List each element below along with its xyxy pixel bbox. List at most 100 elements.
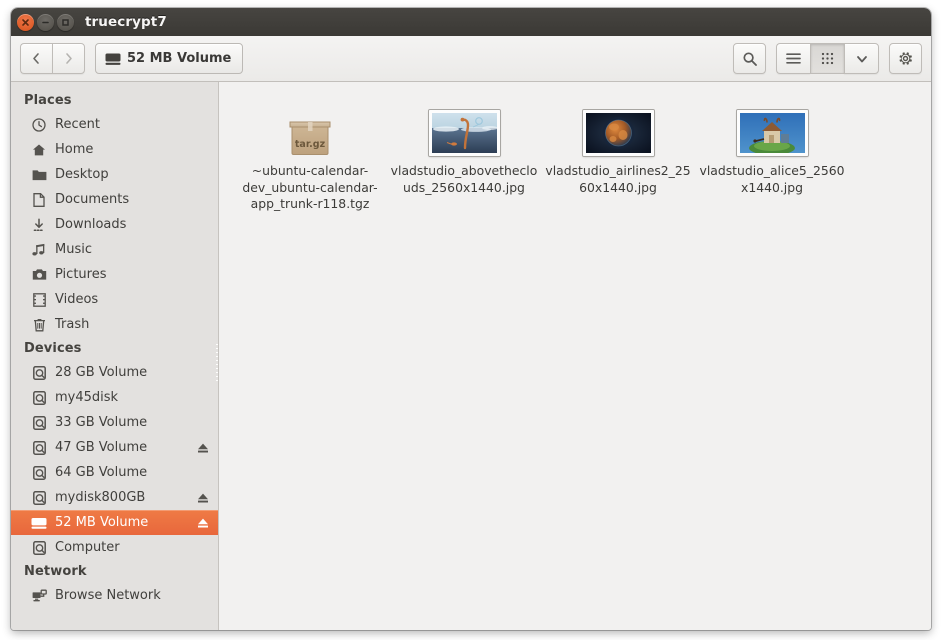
sidebar-item-documents[interactable]: Documents	[11, 187, 218, 212]
archive-icon: tar.gz	[287, 114, 333, 156]
back-button[interactable]	[20, 43, 52, 74]
file-item[interactable]: vladstudio_alice5_2560x1440.jpg	[695, 96, 849, 213]
sidebar-item-downloads[interactable]: Downloads	[11, 212, 218, 237]
maximize-button[interactable]	[57, 14, 74, 31]
sidebar-item-label: Videos	[55, 292, 209, 307]
sidebar-item-label: 47 GB Volume	[55, 440, 189, 455]
sidebar-item-label: Music	[55, 242, 209, 257]
sidebar-item-label: mydisk800GB	[55, 490, 189, 505]
trash-icon	[31, 317, 47, 333]
sidebar-item-64gb-volume[interactable]: 64 GB Volume	[11, 460, 218, 485]
sidebar-item-label: Pictures	[55, 267, 209, 282]
forward-button[interactable]	[52, 43, 85, 74]
sidebar-item-52mb-volume[interactable]: 52 MB Volume	[11, 510, 218, 535]
file-icon-wrap	[737, 100, 808, 156]
eject-icon[interactable]	[197, 442, 209, 454]
icon-view-button[interactable]	[810, 43, 844, 74]
sidebar-item-label: Trash	[55, 317, 209, 332]
sidebar-item-label: Browse Network	[55, 588, 209, 603]
screen: truecrypt7	[0, 0, 942, 640]
sidebar-item-label: my45disk	[55, 390, 209, 405]
file-name-label: ~ubuntu-calendar-dev_ubuntu-calendar-app…	[236, 163, 384, 213]
file-item[interactable]: tar.gz ~ubuntu-calendar-dev_ubuntu-calen…	[233, 96, 387, 213]
eject-icon[interactable]	[197, 492, 209, 504]
network-icon	[31, 588, 47, 604]
close-icon	[21, 18, 30, 27]
sidebar-item-28gb-volume[interactable]: 28 GB Volume	[11, 360, 218, 385]
image-thumbnail	[737, 110, 808, 156]
toolbar: 52 MB Volume	[11, 36, 931, 82]
harddisk-icon	[31, 415, 47, 431]
breadcrumb: 52 MB Volume	[95, 43, 243, 74]
file-icon-wrap	[583, 100, 654, 156]
sidebar-item-47gb-volume[interactable]: 47 GB Volume	[11, 435, 218, 460]
chevron-left-icon	[30, 52, 43, 65]
sidebar-item-music[interactable]: Music	[11, 237, 218, 262]
document-icon	[31, 192, 47, 208]
chevron-down-icon	[855, 52, 869, 66]
sidebar-item-33gb-volume[interactable]: 33 GB Volume	[11, 410, 218, 435]
minimize-icon	[41, 18, 50, 27]
sidebar-item-label: 52 MB Volume	[55, 515, 189, 530]
navigation-buttons	[20, 43, 85, 74]
view-mode-group	[776, 43, 879, 74]
file-name-label: vladstudio_alice5_2560x1440.jpg	[698, 163, 846, 196]
sidebar-item-videos[interactable]: Videos	[11, 287, 218, 312]
sidebar-heading-places: Places	[11, 89, 218, 112]
maximize-icon	[61, 18, 70, 27]
eject-icon[interactable]	[197, 517, 209, 529]
breadcrumb-label: 52 MB Volume	[127, 51, 231, 66]
harddisk-icon	[31, 390, 47, 406]
sidebar-item-label: 28 GB Volume	[55, 365, 209, 380]
folder-icon	[31, 167, 47, 183]
sidebar-item-my45disk[interactable]: my45disk	[11, 385, 218, 410]
file-name-label: vladstudio_airlines2_2560x1440.jpg	[544, 163, 692, 196]
camera-icon	[31, 267, 47, 283]
title-bar: truecrypt7	[11, 8, 931, 36]
file-list-view[interactable]: tar.gz ~ubuntu-calendar-dev_ubuntu-calen…	[219, 82, 931, 630]
list-view-button[interactable]	[776, 43, 810, 74]
sidebar-item-desktop[interactable]: Desktop	[11, 162, 218, 187]
harddisk-icon	[31, 365, 47, 381]
search-button[interactable]	[733, 43, 766, 74]
file-item[interactable]: vladstudio_abovetheclouds_2560x1440.jpg	[387, 96, 541, 213]
minimize-button[interactable]	[37, 14, 54, 31]
file-manager-window: truecrypt7	[11, 8, 931, 630]
close-button[interactable]	[17, 14, 34, 31]
grid-dots-icon	[820, 51, 835, 66]
archive-badge-label: tar.gz	[295, 139, 326, 150]
settings-button[interactable]	[889, 43, 922, 74]
file-icon-wrap	[429, 100, 500, 156]
sidebar-item-recent[interactable]: Recent	[11, 112, 218, 137]
sidebar-item-pictures[interactable]: Pictures	[11, 262, 218, 287]
harddisk-icon	[31, 440, 47, 456]
breadcrumb-item-volume[interactable]: 52 MB Volume	[95, 43, 243, 74]
search-icon	[742, 51, 758, 67]
harddisk-icon	[31, 490, 47, 506]
sidebar-item-label: Documents	[55, 192, 209, 207]
harddisk-icon	[31, 465, 47, 481]
sidebar-item-label: 64 GB Volume	[55, 465, 209, 480]
film-icon	[31, 292, 47, 308]
sidebar-item-label: Computer	[55, 540, 209, 555]
image-thumbnail	[429, 110, 500, 156]
sidebar-item-label: Recent	[55, 117, 209, 132]
sidebar-item-label: 33 GB Volume	[55, 415, 209, 430]
file-grid: tar.gz ~ubuntu-calendar-dev_ubuntu-calen…	[219, 82, 931, 213]
image-thumbnail	[583, 110, 654, 156]
drive-icon	[105, 52, 121, 66]
view-options-button[interactable]	[844, 43, 879, 74]
chevron-right-icon	[62, 52, 75, 65]
file-icon-wrap: tar.gz	[287, 100, 333, 156]
file-item[interactable]: vladstudio_airlines2_2560x1440.jpg	[541, 96, 695, 213]
sidebar-item-browse-network[interactable]: Browse Network	[11, 583, 218, 608]
sidebar-item-computer[interactable]: Computer	[11, 535, 218, 560]
home-icon	[31, 142, 47, 158]
sidebar-item-trash[interactable]: Trash	[11, 312, 218, 337]
sidebar-item-mydisk800gb[interactable]: mydisk800GB	[11, 485, 218, 510]
sidebar-heading-network: Network	[11, 560, 218, 583]
window-title: truecrypt7	[85, 14, 167, 30]
download-icon	[31, 217, 47, 233]
sidebar-item-home[interactable]: Home	[11, 137, 218, 162]
sidebar-item-label: Home	[55, 142, 209, 157]
